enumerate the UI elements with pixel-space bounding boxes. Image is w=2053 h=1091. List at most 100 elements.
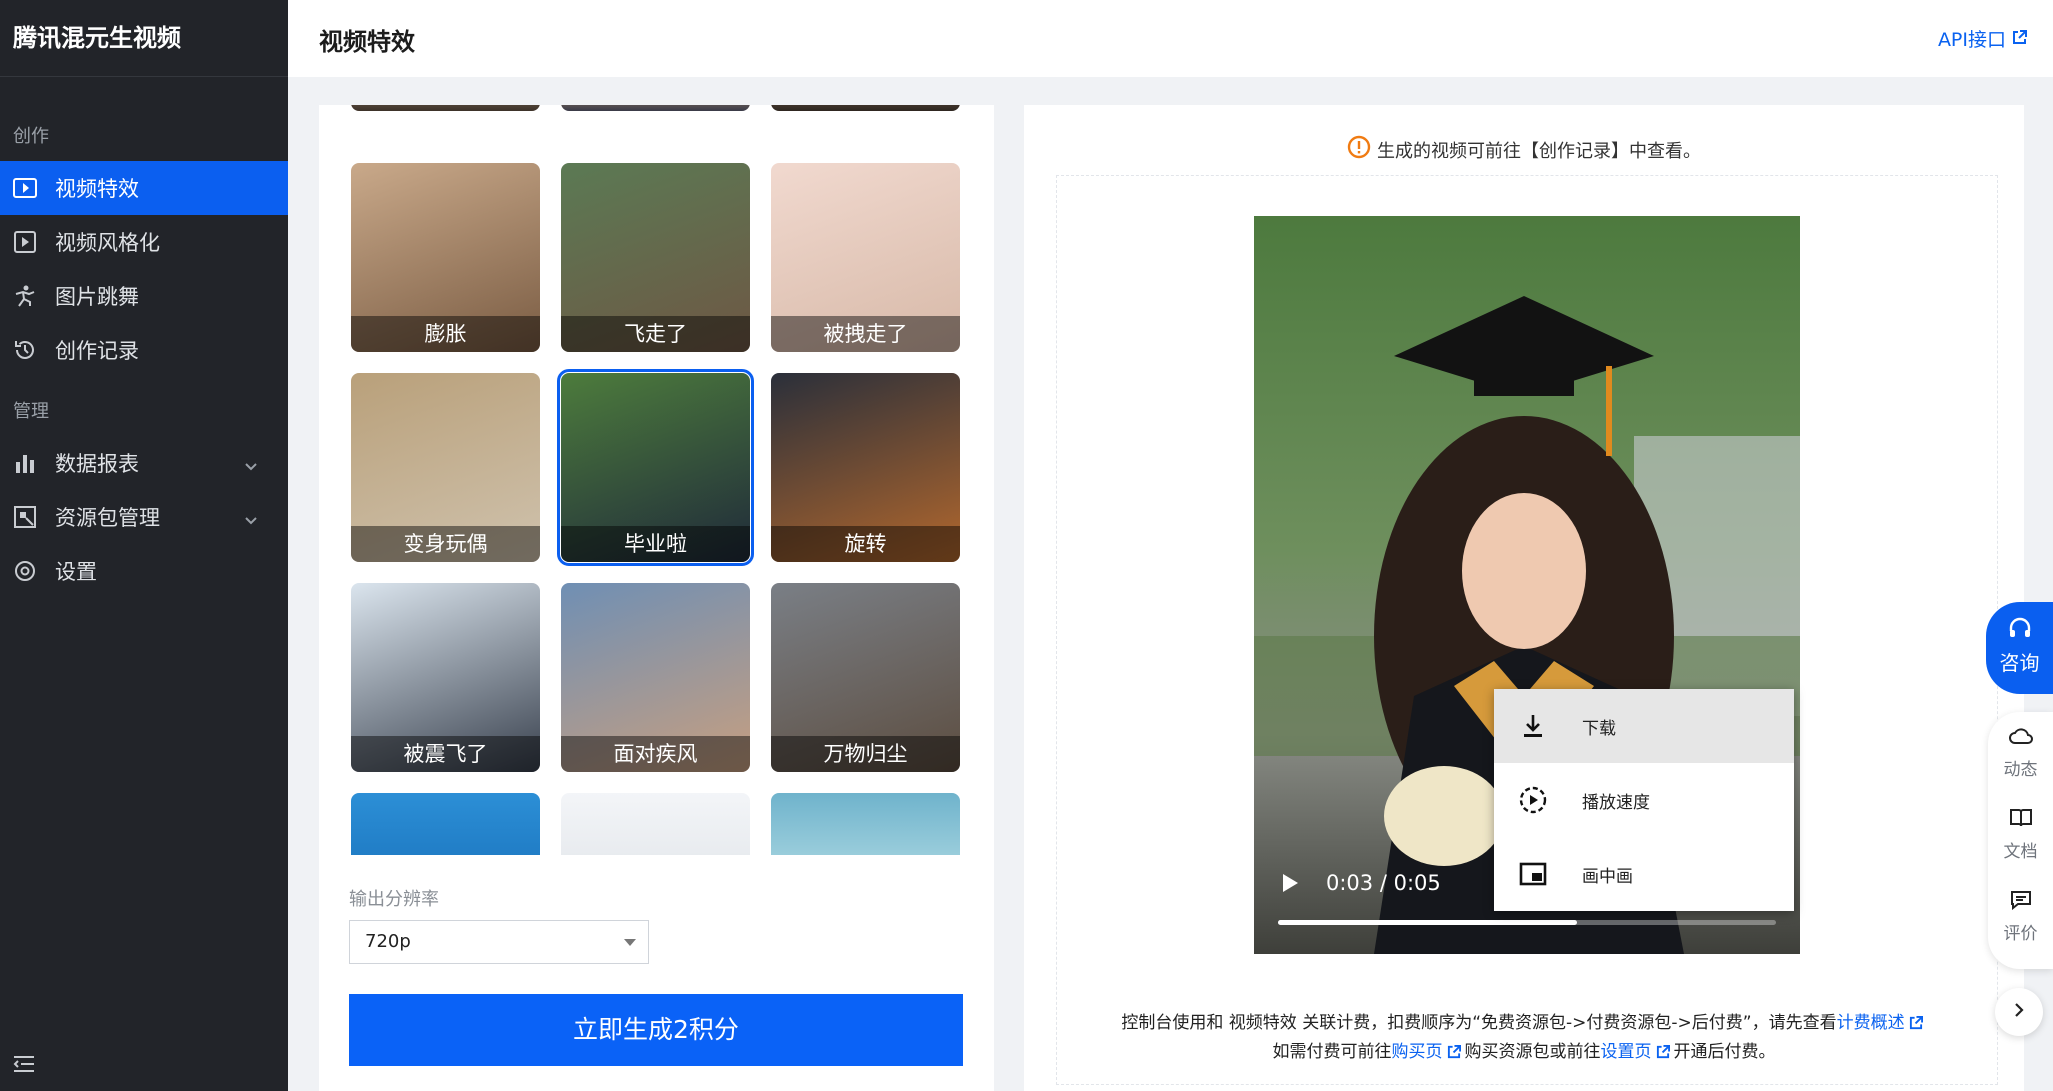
package-icon	[13, 505, 37, 529]
effect-item[interactable]: 飞走了	[561, 163, 750, 352]
effect-label: 毕业啦	[561, 526, 750, 562]
external-link-icon	[1909, 1012, 1923, 1039]
effects-panel: 膨胀 飞走了 被拽走了 变身玩偶 毕业啦 旋转 被震飞了 面对疾风 万物归尘 输…	[319, 105, 994, 1091]
effect-item[interactable]: 面对疾风	[561, 583, 750, 772]
page-header: 视频特效 API接口	[288, 0, 2053, 77]
gear-icon	[13, 559, 37, 583]
float-item-news[interactable]: 动态	[1988, 712, 2053, 794]
nav-group-manage: 管理	[13, 401, 49, 422]
sidebar-item-label: 资源包管理	[55, 506, 160, 530]
sidebar-item-settings[interactable]: 设置	[0, 544, 288, 598]
external-link-icon	[2012, 28, 2027, 50]
menu-item-playback-speed[interactable]: 播放速度	[1494, 763, 1794, 837]
headset-icon	[1986, 616, 2053, 647]
comment-icon	[2010, 890, 2032, 915]
picture-in-picture-icon	[1518, 859, 1548, 889]
effect-thumb-partial	[561, 105, 750, 111]
generate-button[interactable]: 立即生成2积分	[349, 994, 963, 1066]
billing-note-text: 控制台使用和 视频特效 关联计费，扣费顺序为“免费资源包->付费资源包->后付费…	[1121, 1013, 1837, 1033]
sidebar-item-image-dance[interactable]: 图片跳舞	[0, 269, 288, 323]
purchase-page-link[interactable]: 购买页	[1392, 1042, 1443, 1062]
settings-page-link[interactable]: 设置页	[1601, 1042, 1652, 1062]
float-item-feedback[interactable]: 评价	[1988, 876, 2053, 958]
chevron-right-icon	[2013, 1002, 2025, 1022]
float-item-label: 评价	[2003, 924, 2038, 944]
video-time: 0:03 / 0:05	[1326, 871, 1441, 895]
menu-item-label: 播放速度	[1582, 792, 1650, 813]
sidebar-item-video-effects[interactable]: 视频特效	[0, 161, 288, 215]
caret-down-icon	[624, 939, 636, 946]
preview-tip-text: 生成的视频可前往【创作记录】中查看。	[1377, 140, 1701, 162]
effect-label: 被拽走了	[771, 316, 960, 352]
effect-label: 面对疾风	[561, 736, 750, 772]
download-icon	[1518, 711, 1548, 741]
sidebar-item-label: 视频风格化	[55, 231, 160, 255]
effect-label: 膨胀	[351, 316, 540, 352]
effect-label: 飞走了	[561, 316, 750, 352]
brand-title: 腾讯混元生视频	[0, 0, 288, 77]
effect-label: 旋转	[771, 526, 960, 562]
book-icon	[2009, 808, 2033, 833]
sidebar-item-packages[interactable]: 资源包管理	[0, 490, 288, 544]
api-link-label: API接口	[1937, 29, 2006, 51]
float-item-docs[interactable]: 文档	[1988, 794, 2053, 876]
float-item-label: 动态	[2003, 760, 2038, 780]
effect-thumb-partial[interactable]	[561, 793, 750, 855]
sidebar-item-label: 视频特效	[55, 177, 139, 201]
floating-toolbar: 动态 文档 评价	[1988, 712, 2053, 969]
sidebar-item-label: 数据报表	[55, 452, 139, 476]
playback-speed-icon	[1518, 785, 1548, 815]
effect-item-selected[interactable]: 毕业啦	[557, 369, 754, 566]
consult-label: 咨询	[1999, 651, 2040, 675]
effect-thumb-partial[interactable]	[771, 793, 960, 855]
menu-item-label: 下载	[1582, 718, 1616, 739]
chevron-down-icon	[244, 507, 258, 531]
billing-overview-link[interactable]: 计费概述	[1837, 1013, 1905, 1033]
effect-item[interactable]: 变身玩偶	[351, 373, 540, 562]
page-title: 视频特效	[319, 28, 415, 56]
effect-label: 变身玩偶	[351, 526, 540, 562]
sidebar-item-label: 图片跳舞	[55, 285, 139, 309]
bar-chart-icon	[13, 451, 37, 475]
resolution-value: 720p	[365, 931, 411, 952]
sidebar-item-label: 设置	[55, 560, 97, 584]
nav-group-create: 创作	[13, 126, 49, 147]
collapse-sidebar-icon[interactable]	[13, 1055, 35, 1077]
billing-note: 控制台使用和 视频特效 关联计费，扣费顺序为“免费资源包->付费资源包->后付费…	[1024, 1010, 2024, 1068]
video-context-menu: 下载 播放速度 画中画	[1494, 689, 1794, 911]
menu-item-download[interactable]: 下载	[1494, 689, 1794, 763]
effect-thumb-partial[interactable]	[351, 793, 540, 855]
effect-item[interactable]: 被震飞了	[351, 583, 540, 772]
effect-item[interactable]: 万物归尘	[771, 583, 960, 772]
consult-button[interactable]: 咨询	[1986, 602, 2053, 694]
menu-item-picture-in-picture[interactable]: 画中画	[1494, 837, 1794, 911]
sidebar-item-reports[interactable]: 数据报表	[0, 436, 288, 490]
billing-note-text: 如需付费可前往	[1272, 1042, 1392, 1062]
effect-item[interactable]: 膨胀	[351, 163, 540, 352]
video-progress-fill	[1278, 920, 1577, 925]
history-icon	[13, 338, 37, 362]
resolution-select[interactable]: 720p	[349, 920, 649, 964]
api-link[interactable]: API接口	[1938, 25, 2027, 52]
effect-item[interactable]: 旋转	[771, 373, 960, 562]
sidebar: 腾讯混元生视频 创作 视频特效 视频风格化 图片跳舞 创作记录 管理 数据报表	[0, 0, 288, 1091]
play-icon[interactable]	[1281, 873, 1299, 897]
expand-chevron-button[interactable]	[1995, 988, 2043, 1036]
menu-item-label: 画中画	[1582, 866, 1633, 887]
warning-icon	[1347, 135, 1371, 164]
effect-thumb-partial	[771, 105, 960, 111]
resolution-label: 输出分辨率	[349, 889, 439, 910]
effect-item[interactable]: 被拽走了	[771, 163, 960, 352]
video-play-icon	[13, 230, 37, 254]
billing-note-text: 购买资源包或前往	[1464, 1042, 1601, 1062]
effect-label: 被震飞了	[351, 736, 540, 772]
video-progress-bar[interactable]	[1278, 920, 1776, 925]
effect-thumb-partial	[351, 105, 540, 111]
effects-grid[interactable]: 膨胀 飞走了 被拽走了 变身玩偶 毕业啦 旋转 被震飞了 面对疾风 万物归尘	[351, 105, 961, 855]
cloud-icon	[2008, 726, 2033, 751]
sidebar-item-label: 创作记录	[55, 339, 139, 363]
video-effect-icon	[13, 176, 37, 200]
sidebar-item-video-stylize[interactable]: 视频风格化	[0, 215, 288, 269]
chevron-down-icon	[244, 453, 258, 477]
sidebar-item-history[interactable]: 创作记录	[0, 323, 288, 377]
